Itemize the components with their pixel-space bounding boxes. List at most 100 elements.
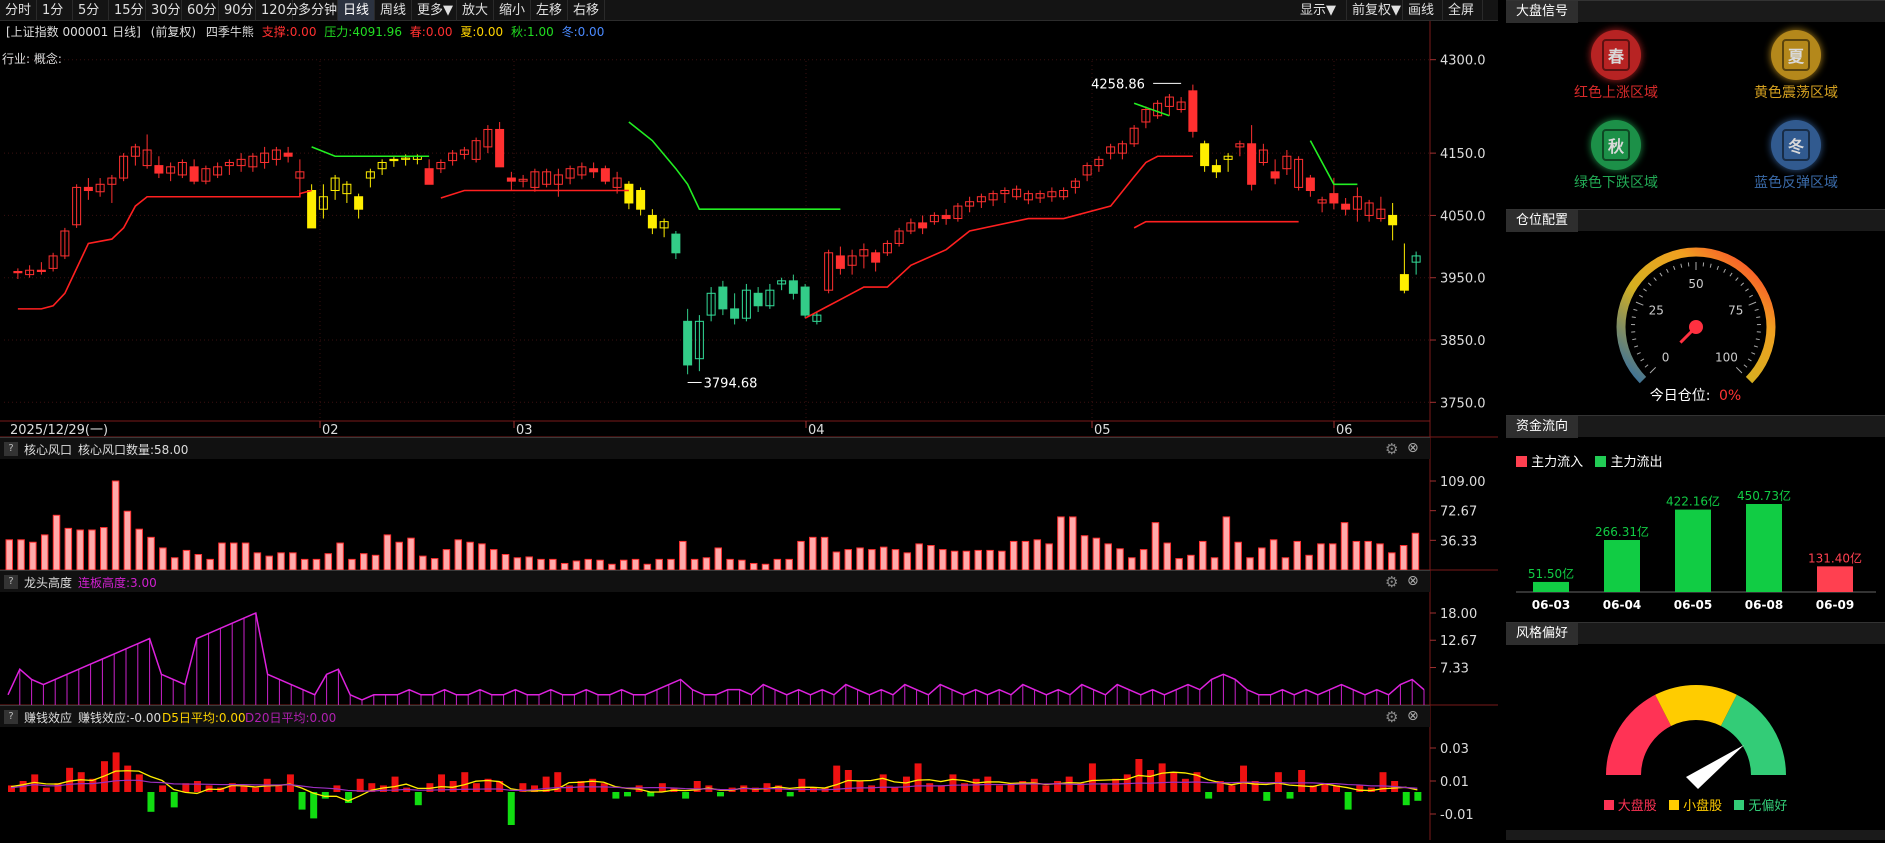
profit-bar: [1228, 785, 1235, 792]
inflow-swatch: [1516, 456, 1527, 467]
profit-bar: [880, 774, 887, 792]
help-icon[interactable]: ?: [4, 442, 18, 456]
candle-body: [872, 253, 880, 262]
period-button-10[interactable]: 周线: [375, 0, 412, 21]
signal-item-0[interactable]: 春红色上涨区域: [1526, 30, 1706, 102]
period-button-12[interactable]: 放大: [457, 0, 494, 21]
period-button-0[interactable]: 分时: [0, 0, 37, 21]
gauge-tick: [1660, 273, 1662, 276]
info-line: [上证指数 000001 日线] (前复权) 四季牛熊 支撑:0.00 压力:4…: [6, 23, 604, 41]
date-tick-label: 06: [1336, 423, 1353, 438]
core-bar: [325, 554, 331, 570]
date-tick-label: 02: [322, 423, 339, 438]
gauge-tick: [1632, 339, 1636, 340]
panel-axis-label: 0.03: [1440, 742, 1469, 757]
tab-market-signal[interactable]: 大盘信号: [1506, 1, 1578, 23]
fund-legend: 主力流入 主力流出: [1516, 451, 1662, 470]
core-bar: [739, 560, 745, 570]
period-button-3[interactable]: 15分: [109, 0, 146, 21]
period-button-13[interactable]: 缩小: [494, 0, 531, 21]
candle-body: [684, 321, 692, 365]
core-bar: [1058, 517, 1064, 570]
period-toolbar: 分时1分5分15分30分60分90分120分多分钟日线周线更多▼放大缩小左移右移…: [0, 0, 1498, 21]
candle-body: [1271, 172, 1279, 178]
candle-body: [637, 191, 645, 210]
period-button-1[interactable]: 1分: [37, 0, 73, 21]
candle-body: [507, 178, 515, 181]
period-button-11[interactable]: 更多▼: [412, 0, 457, 21]
legend-inflow: 主力流入: [1531, 455, 1583, 470]
toolbar-right-button-2[interactable]: 画线: [1403, 0, 1443, 21]
panel-axis-label: 0.01: [1440, 775, 1469, 790]
period-button-5[interactable]: 60分: [182, 0, 219, 21]
gear-icon[interactable]: ⚙: [1385, 708, 1398, 726]
fund-flow-bar: 资金流向: [1506, 415, 1885, 437]
industry-line: 行业: 概念:: [2, 50, 62, 67]
core-bar: [632, 559, 638, 570]
toolbar-right-button-1[interactable]: 前复权▼: [1347, 0, 1403, 21]
signal-label: 蓝色反弹区域: [1706, 172, 1885, 192]
profit-bar: [1054, 781, 1061, 792]
core-bar: [231, 543, 237, 570]
toolbar-right-button-0[interactable]: 显示▼: [1295, 0, 1347, 21]
gauge-tick: [1641, 359, 1644, 361]
close-icon[interactable]: ⊗: [1407, 573, 1419, 589]
indicator-name: 四季牛熊: [206, 25, 254, 39]
toolbar-right-button-3[interactable]: 全屏: [1443, 0, 1483, 21]
panel-d5: D5日平均:0.00: [162, 709, 246, 726]
core-bar: [124, 511, 130, 570]
core-bar: [171, 558, 177, 570]
close-icon[interactable]: ⊗: [1407, 708, 1419, 724]
tab-style[interactable]: 风格偏好: [1506, 623, 1578, 645]
period-button-6[interactable]: 90分: [219, 0, 256, 21]
core-bar: [1389, 553, 1395, 570]
flow-bar: [1604, 540, 1640, 592]
profit-bar: [949, 774, 956, 792]
period-button-14[interactable]: 左移: [531, 0, 568, 21]
core-bar: [41, 535, 47, 570]
season-char: 春: [1602, 39, 1630, 71]
core-bar: [337, 543, 343, 570]
core-bar: [880, 547, 886, 570]
help-icon[interactable]: ?: [4, 575, 18, 589]
core-bar: [703, 558, 709, 570]
period-button-2[interactable]: 5分: [73, 0, 109, 21]
tab-fund-flow[interactable]: 资金流向: [1506, 416, 1578, 438]
core-bar: [999, 551, 1005, 570]
profit-bar: [1240, 766, 1247, 792]
core-bar: [573, 561, 579, 570]
profit-bar: [1159, 763, 1166, 792]
profit-bar: [275, 785, 282, 792]
signal-item-2[interactable]: 秋绿色下跌区域: [1526, 120, 1706, 192]
help-icon[interactable]: ?: [4, 710, 18, 724]
profit-bar: [996, 785, 1003, 792]
panel-axis-label: -0.01: [1440, 808, 1474, 823]
core-bar: [656, 559, 662, 570]
period-button-4[interactable]: 30分: [146, 0, 182, 21]
profit-bar: [1089, 763, 1096, 792]
profit-bar: [1182, 779, 1189, 792]
period-button-7[interactable]: 120分: [256, 0, 293, 21]
gauge-tick: [1633, 309, 1637, 310]
signal-item-1[interactable]: 夏黄色震荡区域: [1706, 30, 1885, 102]
core-bar: [1353, 541, 1359, 570]
gauge-tick: [1710, 264, 1711, 268]
flow-value: 51.50亿: [1528, 566, 1574, 581]
period-button-15[interactable]: 右移: [568, 0, 605, 21]
period-button-8[interactable]: 多分钟: [293, 0, 338, 21]
tab-position[interactable]: 仓位配置: [1506, 210, 1578, 232]
profit-bar: [508, 792, 515, 825]
profit-bar: [624, 792, 631, 796]
signal-item-3[interactable]: 冬蓝色反弹区域: [1706, 120, 1885, 192]
panel-axis-label: 36.33: [1440, 534, 1477, 549]
period-button-9[interactable]: 日线: [338, 0, 375, 21]
season-char: 秋: [1602, 129, 1630, 161]
close-icon[interactable]: ⊗: [1407, 440, 1419, 456]
gear-icon[interactable]: ⚙: [1385, 573, 1398, 591]
gear-icon[interactable]: ⚙: [1385, 440, 1398, 458]
profit-bar: [717, 792, 724, 796]
profit-bar: [415, 792, 422, 805]
price-tick-label: 4150.0: [1440, 147, 1486, 162]
core-bar: [455, 540, 461, 570]
flow-date: 06-03: [1532, 598, 1570, 612]
